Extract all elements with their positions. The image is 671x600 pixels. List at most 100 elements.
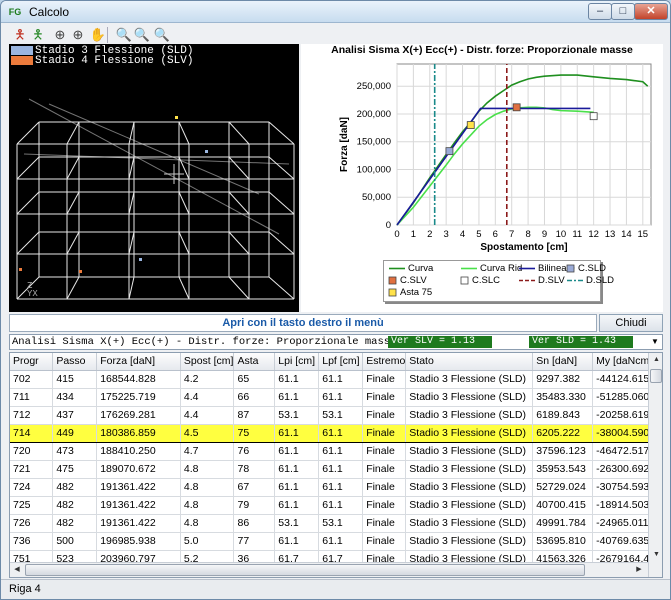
table-row[interactable]: 714 449 180386.859 4.5 75 61.1 61.1 Finale Stadi… <box>10 423 662 443</box>
vertical-scroll-thumb[interactable] <box>650 369 662 383</box>
table-cell: 721 <box>10 460 54 479</box>
x-tick-label: 7 <box>509 229 514 240</box>
table-cell: 61.1 <box>274 460 320 479</box>
figure-red-icon[interactable]: 🯅 <box>11 26 29 44</box>
point-c-slv <box>512 103 521 112</box>
results-grid: Progr Passo Forza [daN] Spost [cm] Asta Lpi [… <box>10 353 662 577</box>
table-cell: Finale <box>362 496 407 515</box>
column-header[interactable]: Sn [daN] <box>532 353 594 371</box>
zoom-window-icon[interactable]: ⊕ <box>51 26 69 44</box>
chart-legend: Curva Curva Rid Bilineare C.SLD C.SLV C.SLC D.… <box>383 260 614 302</box>
table-cell: Finale <box>362 388 407 407</box>
vertical-scrollbar[interactable]: ▲ ▼ <box>648 353 662 577</box>
minimize-button[interactable]: – <box>588 3 612 20</box>
context-menu-hint[interactable]: Apri con il tasto destro il menù <box>9 314 597 332</box>
table-cell: 87 <box>233 406 276 425</box>
column-header[interactable]: Stato <box>405 353 534 371</box>
table-cell: 736 <box>10 532 54 551</box>
table-cell: Stadio 3 Flessione (SLD) <box>405 532 534 551</box>
chart-legend-item: D.SLD <box>566 275 614 286</box>
table-row[interactable]: 720 473 188410.250 4.7 76 61.1 61.1 Finale Stadi… <box>10 442 662 461</box>
table-cell: 52729.024 <box>532 478 594 497</box>
table-row[interactable]: 702 415 168544.828 4.2 65 61.1 61.1 Finale Stadi… <box>10 370 662 389</box>
column-header[interactable]: Asta <box>233 353 276 371</box>
table-cell: Stadio 3 Flessione (SLD) <box>405 460 534 479</box>
table-cell: 449 <box>52 423 98 443</box>
figure-green-icon[interactable]: 🯅 <box>29 26 47 44</box>
table-row[interactable]: 724 482 191361.422 4.8 67 61.1 61.1 Finale Stadi… <box>10 478 662 497</box>
legend-swatch <box>11 46 33 55</box>
pushover-chart-panel[interactable]: Analisi Sisma X(+) Ecc(+) - Distr. forze… <box>301 44 663 312</box>
analysis-select[interactable]: Analisi Sisma X(+) Ecc(+) - Distr. forze… <box>9 334 663 350</box>
table-cell: 473 <box>52 442 98 461</box>
table-cell: 726 <box>10 514 54 533</box>
x-tick-label: 5 <box>476 229 481 240</box>
table-cell: 53695.810 <box>532 532 594 551</box>
column-header[interactable]: Forza [daN] <box>96 353 181 371</box>
table-cell: 76 <box>233 442 276 461</box>
table-cell: 189070.672 <box>96 460 181 479</box>
structure-3d-view[interactable]: Stadio 3 Flessione (SLD) Stadio 4 Flessio… <box>9 44 299 312</box>
column-header[interactable]: Passo <box>52 353 98 371</box>
table-row[interactable]: 725 482 191361.422 4.8 79 61.1 61.1 Finale Stadi… <box>10 496 662 515</box>
column-header[interactable]: Progr <box>10 353 54 371</box>
x-tick-label: 9 <box>542 229 547 240</box>
table-row[interactable]: 736 500 196985.938 5.0 77 61.1 61.1 Finale Stadi… <box>10 532 662 551</box>
chevron-down-icon[interactable]: ▼ <box>648 335 662 349</box>
table-row[interactable]: 721 475 189070.672 4.8 78 61.1 61.1 Finale Stadi… <box>10 460 662 479</box>
y-tick-label: 50,000 <box>362 192 391 203</box>
table-cell: 714 <box>10 423 54 443</box>
y-axis-label: Forza [daN] <box>339 117 350 172</box>
table-row[interactable]: 712 437 176269.281 4.4 87 53.1 53.1 Finale Stadi… <box>10 406 662 425</box>
results-table[interactable]: Progr Passo Forza [daN] Spost [cm] Asta Lpi [… <box>9 352 663 578</box>
title-bar[interactable]: FG Calcolo – □ ✕ <box>1 1 670 23</box>
zoom-minus-icon[interactable]: 🔍 <box>133 26 151 44</box>
view-legend-label: Stadio 4 Flessione (SLV) <box>35 55 194 67</box>
table-cell: Stadio 3 Flessione (SLD) <box>405 406 534 425</box>
pan-icon[interactable]: ✋ <box>89 26 107 44</box>
table-cell: 35953.543 <box>532 460 594 479</box>
axis-yx-label: YX <box>27 289 38 299</box>
chart-legend-item: Asta 75 <box>388 287 432 298</box>
table-cell: 61.1 <box>274 478 320 497</box>
ver-slv-badge: Ver SLV = 1.13 <box>388 336 492 348</box>
x-tick-label: 8 <box>525 229 530 240</box>
structure-wireframe <box>16 98 295 300</box>
scroll-left-icon[interactable]: ◀ <box>10 563 24 577</box>
table-cell: Finale <box>362 370 407 389</box>
table-cell: 180386.859 <box>96 423 181 443</box>
table-cell: 4.4 <box>180 406 235 425</box>
table-cell: 6189.843 <box>532 406 594 425</box>
maximize-button[interactable]: □ <box>611 3 635 20</box>
table-header-row: Progr Passo Forza [daN] Spost [cm] Asta Lpi [… <box>10 353 662 371</box>
column-header[interactable]: Estremo <box>362 353 407 371</box>
y-tick-label: 150,000 <box>357 137 391 148</box>
table-cell: 4.5 <box>180 423 235 443</box>
legend-swatch <box>388 276 397 285</box>
zoom-plus-icon[interactable]: 🔍 <box>153 26 171 44</box>
toolbar-separator <box>107 27 108 43</box>
scroll-down-icon[interactable]: ▼ <box>649 548 662 562</box>
scroll-up-icon[interactable]: ▲ <box>649 353 662 367</box>
table-cell: 4.8 <box>180 460 235 479</box>
table-cell: Finale <box>362 442 407 461</box>
table-row[interactable]: 726 482 191361.422 4.8 86 53.1 53.1 Finale Stadi… <box>10 514 662 533</box>
column-header[interactable]: Lpi [cm] <box>274 353 320 371</box>
chart-legend-item: C.SLC <box>460 275 500 286</box>
close-button[interactable]: Chiudi <box>599 314 663 332</box>
table-cell: Stadio 3 Flessione (SLD) <box>405 423 534 443</box>
close-window-button[interactable]: ✕ <box>634 3 668 20</box>
status-bar: Riga 4 <box>1 579 670 599</box>
horizontal-scrollbar[interactable]: ◀ ▶ <box>10 562 648 577</box>
column-header[interactable]: Spost [cm] <box>180 353 235 371</box>
scroll-right-icon[interactable]: ▶ <box>632 563 646 577</box>
horizontal-scroll-thumb[interactable] <box>25 564 585 576</box>
view-legend-item: Stadio 4 Flessione (SLV) <box>11 55 194 67</box>
table-row[interactable]: 711 434 175225.719 4.4 66 61.1 61.1 Finale Stadi… <box>10 388 662 407</box>
zoom-all-icon[interactable]: 🔍 <box>115 26 133 44</box>
table-cell: 188410.250 <box>96 442 181 461</box>
column-header[interactable]: Lpf [cm] <box>318 353 364 371</box>
zoom-in-icon[interactable]: ⊕ <box>69 26 87 44</box>
table-cell: Finale <box>362 423 407 443</box>
table-cell: 415 <box>52 370 98 389</box>
